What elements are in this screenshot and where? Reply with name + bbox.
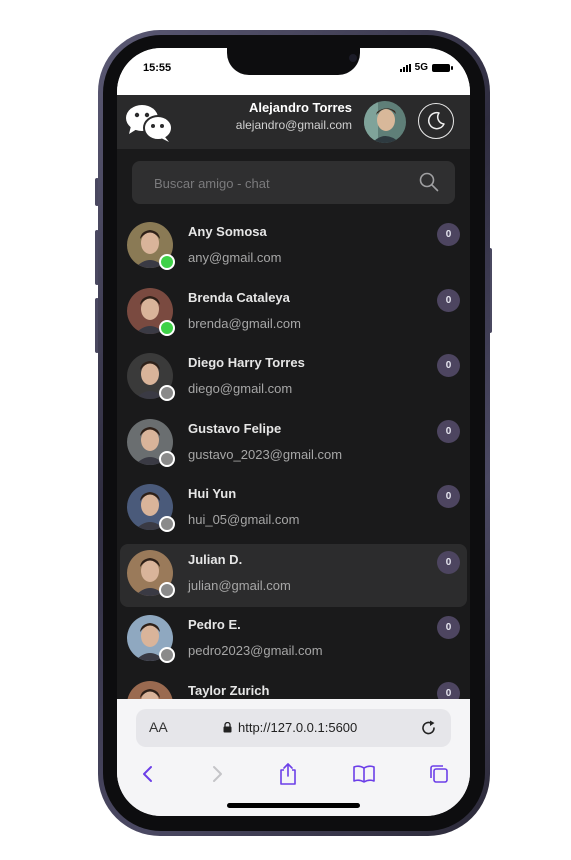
current-user-avatar[interactable]: [364, 101, 406, 143]
browser-toolbar: AA http://127.0.0.1:5600: [117, 699, 470, 816]
tabs-button[interactable]: [424, 759, 454, 789]
contact-name: Gustavo Felipe: [188, 420, 282, 436]
signal-icon: [399, 63, 411, 72]
unread-count-badge: 0: [437, 223, 460, 246]
contact-item[interactable]: Pedro E. pedro2023@gmail.com 0: [120, 609, 467, 672]
offline-status-dot: [159, 385, 175, 401]
share-button[interactable]: [273, 759, 303, 789]
app-header: Alejandro Torres alejandro@gmail.com: [117, 95, 470, 149]
browser-nav: [117, 759, 470, 789]
contact-item[interactable]: Any Somosa any@gmail.com 0: [120, 216, 467, 279]
bookmarks-button[interactable]: [349, 759, 379, 789]
unread-count-badge: 0: [437, 288, 460, 312]
contact-email: brenda@gmail.com: [188, 315, 301, 331]
theme-toggle-button[interactable]: [418, 103, 454, 139]
contact-name: Julian D.: [188, 551, 243, 567]
contact-item[interactable]: Brenda Cataleya brenda@gmail.com 0: [120, 282, 467, 345]
chat-app: Alejandro Torres alejandro@gmail.com Bus…: [117, 95, 470, 699]
notch: [227, 48, 360, 75]
home-indicator: [227, 803, 360, 808]
search-box: [132, 161, 455, 206]
offline-status-dot: [159, 581, 175, 598]
tabs-icon: [430, 765, 448, 783]
offline-status-dot: [159, 647, 175, 663]
contact-name: Any Somosa: [188, 224, 267, 239]
unread-count-badge: 0: [437, 681, 460, 699]
text-size-label: AA: [149, 719, 168, 735]
status-indicators: 5G: [399, 62, 453, 73]
contact-item[interactable]: Hui Yun hui_05@gmail.com 0: [120, 478, 467, 541]
reload-icon[interactable]: [419, 718, 439, 738]
camera-icon: [349, 54, 357, 62]
online-status-dot: [159, 254, 175, 270]
contact-email: any@gmail.com: [188, 250, 282, 265]
forward-button[interactable]: [202, 759, 232, 789]
contact-name: Hui Yun: [188, 486, 237, 501]
battery-icon: [432, 63, 453, 72]
url-bar[interactable]: AA http://127.0.0.1:5600: [136, 709, 451, 747]
contact-email: pedro2023@gmail.com: [188, 643, 323, 658]
contact-email: diego@gmail.com: [188, 381, 293, 396]
unread-count-badge: 0: [437, 550, 460, 574]
current-user-email: alejandro@gmail.com: [235, 118, 352, 132]
offline-status-dot: [159, 450, 175, 467]
contact-name: Brenda Cataleya: [188, 289, 290, 305]
unread-count-badge: 0: [437, 616, 460, 639]
network-label: 5G: [414, 62, 428, 73]
contact-item[interactable]: Gustavo Felipe gustavo_2023@gmail.com 0: [120, 413, 467, 476]
status-time: 15:55: [143, 62, 172, 74]
contact-name: Pedro E.: [188, 617, 241, 632]
moon-icon: [428, 111, 445, 130]
search-icon[interactable]: [419, 172, 439, 192]
bookmarks-icon: [353, 765, 375, 783]
url-text: http://127.0.0.1:5600: [238, 720, 358, 735]
online-status-dot: [159, 319, 175, 336]
unread-count-badge: 0: [437, 419, 460, 443]
search-input[interactable]: [152, 161, 406, 206]
share-icon: [280, 763, 296, 785]
back-button[interactable]: [133, 759, 163, 789]
contact-name: Taylor Zurich: [188, 682, 270, 698]
url-display[interactable]: http://127.0.0.1:5600: [223, 720, 357, 735]
contact-item[interactable]: Julian D. julian@gmail.com 0: [120, 543, 467, 607]
contact-name: Diego Harry Torres: [188, 355, 305, 370]
contact-item[interactable]: Diego Harry Torres diego@gmail.com 0: [120, 347, 467, 410]
text-size-button[interactable]: AA: [149, 719, 168, 735]
lock-icon: [223, 722, 232, 733]
chat-bubbles-icon: [126, 105, 173, 142]
contact-email: julian@gmail.com: [188, 577, 291, 593]
phone-screen: 15:55 5G Alejandro Torres alejandro@gmai: [117, 48, 470, 816]
forward-icon: [213, 766, 222, 782]
back-icon: [143, 766, 152, 782]
unread-count-badge: 0: [437, 485, 460, 508]
contact-email: gustavo_2023@gmail.com: [188, 446, 343, 462]
contact-item[interactable]: Taylor Zurich 0: [120, 675, 467, 699]
current-user-name: Alejandro Torres: [248, 100, 352, 115]
unread-count-badge: 0: [437, 354, 460, 377]
offline-status-dot: [159, 516, 175, 532]
contact-email: hui_05@gmail.com: [188, 512, 300, 527]
contact-avatar: [127, 680, 173, 699]
